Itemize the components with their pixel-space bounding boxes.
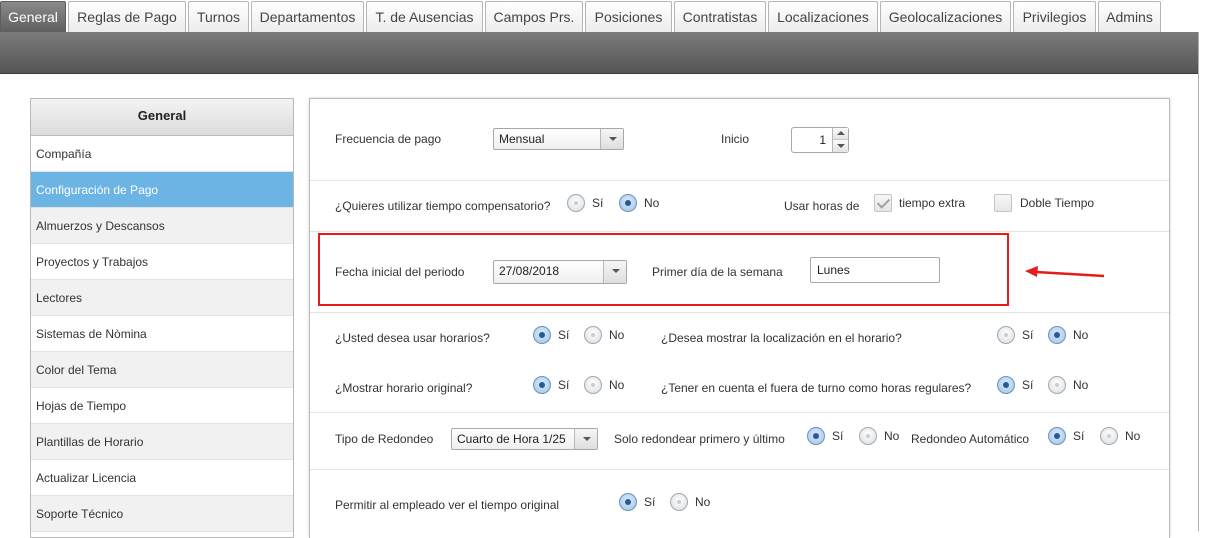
sidebar-item-proyectos-y-trabajos[interactable]: Proyectos y Trabajos	[31, 244, 293, 280]
tab-reglas-de-pago[interactable]: Reglas de Pago	[68, 1, 186, 32]
auto-round-no-label: No	[1125, 429, 1141, 443]
show-location-no-label: No	[1073, 328, 1089, 342]
start-value: 1	[819, 133, 826, 147]
rounding-select[interactable]: Cuarto de Hora 1/25	[451, 428, 598, 450]
sidebar-item-configuracion-de-pago[interactable]: Configuración de Pago	[31, 172, 293, 208]
chevron-down-icon[interactable]	[574, 429, 597, 449]
comp-time-yes-radio[interactable]	[567, 194, 585, 212]
auto-round-yes-radio[interactable]	[1048, 427, 1066, 445]
highlight-box	[318, 233, 1009, 306]
top-tab-bar: General Reglas de Pago Turnos Departamen…	[0, 0, 1223, 33]
use-schedules-yes-radio[interactable]	[533, 326, 551, 344]
round-first-last-no-label: No	[884, 429, 900, 443]
comp-time-yes-label: Sí	[592, 196, 604, 210]
tab-localizaciones[interactable]: Localizaciones	[768, 1, 878, 32]
tab-tipos-de-ausencias[interactable]: T. de Ausencias	[366, 1, 483, 32]
off-shift-yes-radio[interactable]	[997, 376, 1015, 394]
row-divider	[310, 412, 1169, 413]
tab-admins[interactable]: Admins	[1098, 1, 1161, 32]
overtime-label: tiempo extra	[899, 196, 966, 210]
toolbar-strip	[0, 32, 1198, 74]
row-divider	[310, 469, 1169, 470]
show-original-no-radio[interactable]	[584, 376, 602, 394]
sidebar-item-almuerzos-y-descansos[interactable]: Almuerzos y Descansos	[31, 208, 293, 244]
employee-view-yes-label: Sí	[644, 495, 656, 509]
double-time-label: Doble Tiempo	[1020, 196, 1095, 210]
pay-frequency-select[interactable]: Mensual	[493, 128, 624, 150]
use-schedules-no-label: No	[609, 328, 625, 342]
rounding-value: Cuarto de Hora 1/25	[457, 432, 566, 446]
row-divider	[310, 312, 1169, 313]
show-location-label: ¿Desea mostrar la localización en el hor…	[661, 331, 902, 345]
row-divider	[310, 231, 1169, 232]
comp-time-no-label: No	[644, 196, 660, 210]
sidebar-item-compania[interactable]: Compañía	[31, 136, 293, 172]
double-time-checkbox[interactable]	[994, 194, 1012, 212]
pay-settings-panel: Frecuencia de pago Mensual Inicio 1 ¿Qui…	[309, 98, 1170, 538]
show-location-yes-radio[interactable]	[997, 326, 1015, 344]
employee-view-label: Permitir al empleado ver el tiempo origi…	[335, 498, 560, 512]
chevron-down-icon[interactable]	[600, 129, 623, 149]
pay-frequency-value: Mensual	[499, 132, 545, 146]
auto-round-label: Redondeo Automático	[911, 432, 1030, 446]
use-schedules-yes-label: Sí	[558, 328, 570, 342]
annotation-arrow-icon	[1025, 266, 1105, 278]
show-original-no-label: No	[609, 378, 625, 392]
tab-departamentos[interactable]: Departamentos	[251, 1, 364, 32]
show-original-yes-radio[interactable]	[533, 376, 551, 394]
start-stepper[interactable]: 1	[791, 127, 849, 153]
show-original-label: ¿Mostrar horario original?	[335, 381, 473, 395]
round-first-last-no-radio[interactable]	[859, 427, 877, 445]
auto-round-no-radio[interactable]	[1100, 427, 1118, 445]
employee-view-no-radio[interactable]	[670, 493, 688, 511]
use-schedules-no-radio[interactable]	[584, 326, 602, 344]
use-hours-label: Usar horas de	[784, 199, 860, 213]
off-shift-yes-label: Sí	[1022, 378, 1034, 392]
comp-time-label: ¿Quieres utilizar tiempo compensatorio?	[335, 199, 551, 213]
tab-privilegios[interactable]: Privilegios	[1013, 1, 1096, 32]
stepper-up-icon[interactable]	[833, 128, 848, 140]
tab-turnos[interactable]: Turnos	[188, 1, 249, 32]
off-shift-no-label: No	[1073, 378, 1089, 392]
off-shift-no-radio[interactable]	[1048, 376, 1066, 394]
row-divider	[310, 180, 1169, 181]
tab-general[interactable]: General	[0, 1, 66, 33]
overtime-checkbox[interactable]	[874, 194, 892, 212]
show-original-yes-label: Sí	[558, 378, 570, 392]
sidebar-item-sistemas-de-nomina[interactable]: Sistemas de Nòmina	[31, 316, 293, 352]
start-label: Inicio	[721, 132, 750, 146]
tab-posiciones[interactable]: Posiciones	[585, 1, 672, 32]
employee-view-no-label: No	[695, 495, 711, 509]
sidebar-item-actualizar-licencia[interactable]: Actualizar Licencia	[31, 460, 293, 496]
employee-view-yes-radio[interactable]	[619, 493, 637, 511]
tab-contratistas[interactable]: Contratistas	[674, 1, 766, 32]
show-location-yes-label: Sí	[1022, 328, 1034, 342]
sidebar-item-lectores[interactable]: Lectores	[31, 280, 293, 316]
sidebar-item-soporte-tecnico[interactable]: Soporte Técnico	[31, 496, 293, 532]
sidebar-item-color-del-tema[interactable]: Color del Tema	[31, 352, 293, 388]
round-first-last-yes-radio[interactable]	[807, 427, 825, 445]
comp-time-no-radio[interactable]	[619, 194, 637, 212]
round-first-last-yes-label: Sí	[832, 429, 844, 443]
sidebar-item-plantillas-de-horario[interactable]: Plantillas de Horario	[31, 424, 293, 460]
sidebar-item-hojas-de-tiempo[interactable]: Hojas de Tiempo	[31, 388, 293, 424]
tab-geolocalizaciones[interactable]: Geolocalizaciones	[880, 1, 1011, 32]
pay-frequency-label: Frecuencia de pago	[335, 132, 442, 146]
off-shift-label: ¿Tener en cuenta el fuera de turno como …	[661, 381, 972, 395]
stepper-down-icon[interactable]	[833, 140, 848, 152]
sidebar-title: General	[31, 99, 293, 136]
rounding-label: Tipo de Redondeo	[335, 432, 434, 446]
use-schedules-label: ¿Usted desea usar horarios?	[335, 331, 490, 345]
settings-sidebar: General Compañía Configuración de Pago A…	[30, 98, 294, 538]
page-divider	[1198, 32, 1199, 531]
tab-campos-personalizados[interactable]: Campos Prs.	[485, 1, 583, 32]
auto-round-yes-label: Sí	[1073, 429, 1085, 443]
round-first-last-label: Solo redondear primero y último	[614, 432, 785, 446]
show-location-no-radio[interactable]	[1048, 326, 1066, 344]
